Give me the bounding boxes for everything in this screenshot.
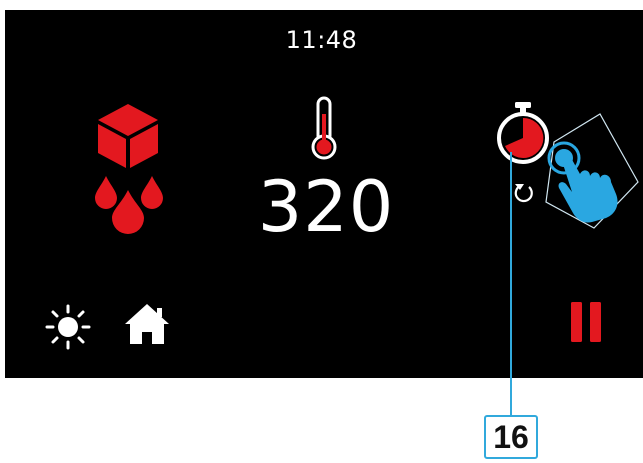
callout-number-label: 16 [484,415,538,459]
clock-time: 11:48 [285,26,358,54]
home-icon[interactable] [123,302,171,346]
callout-leader-line [510,152,512,416]
touch-tap-hand-icon [545,113,639,229]
temperature-value[interactable]: 320 [245,166,407,248]
light-sun-icon[interactable] [44,303,92,351]
steam-humidity-icon[interactable] [90,100,170,235]
timer-reset-icon[interactable] [512,181,536,205]
thermometer-icon [311,96,337,160]
pause-icon[interactable] [569,300,603,344]
